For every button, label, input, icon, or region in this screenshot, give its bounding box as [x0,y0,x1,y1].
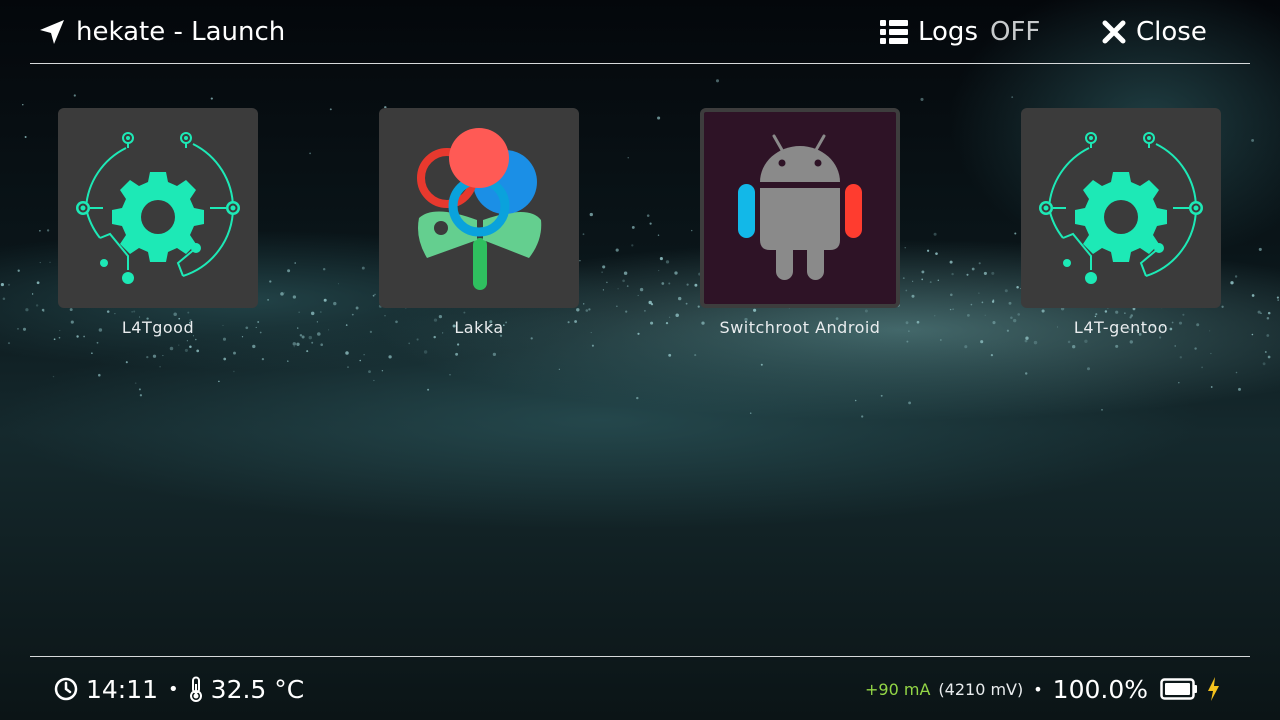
status-left: 14:11 • 32.5 °C [54,671,304,707]
android-joycon-icon [738,134,862,280]
separator-dot: • [1033,679,1043,699]
launch-entry-switchroot-android[interactable]: Switchroot Android [700,108,900,337]
lakka-flower-icon [417,128,542,290]
entry-tile [1021,108,1221,308]
entry-label: L4Tgood [121,318,195,337]
thermometer-icon [189,676,202,702]
battery-fill [1165,683,1190,695]
status-right: +90 mA (4210 mV) • 100.0% [865,671,1228,707]
battery-voltage: (4210 mV) [938,679,1024,699]
charging-bolt-icon [1208,677,1219,701]
launch-entries: L4Tgood Lakka Switchroot Android L4T-gen… [0,0,1280,400]
battery-percent: 100.0% [1052,674,1148,704]
entry-tile [700,108,900,308]
entry-label: Lakka [454,318,504,337]
linux-gear-circuit-icon [1039,132,1203,284]
entry-tile [58,108,258,308]
launch-entry-l4t-gentoo[interactable]: L4T-gentoo [1021,108,1221,337]
launch-entry-lakka[interactable]: Lakka [379,108,579,337]
linux-gear-circuit-icon [76,132,240,284]
entry-label: L4T-gentoo [1073,318,1169,337]
clock-icon [54,677,78,701]
launch-entry-l4tgood[interactable]: L4Tgood [58,108,258,337]
temperature-reading: 32.5 °C [210,674,305,704]
separator-dot: • [168,678,179,700]
entry-tile [379,108,579,308]
battery-icon [1160,678,1197,700]
battery-current: +90 mA [865,679,931,699]
status-bar: 14:11 • 32.5 °C +90 mA (4210 mV) • 100.0… [30,656,1250,720]
clock-time: 14:11 [86,674,159,704]
entry-label: Switchroot Android [719,318,881,337]
